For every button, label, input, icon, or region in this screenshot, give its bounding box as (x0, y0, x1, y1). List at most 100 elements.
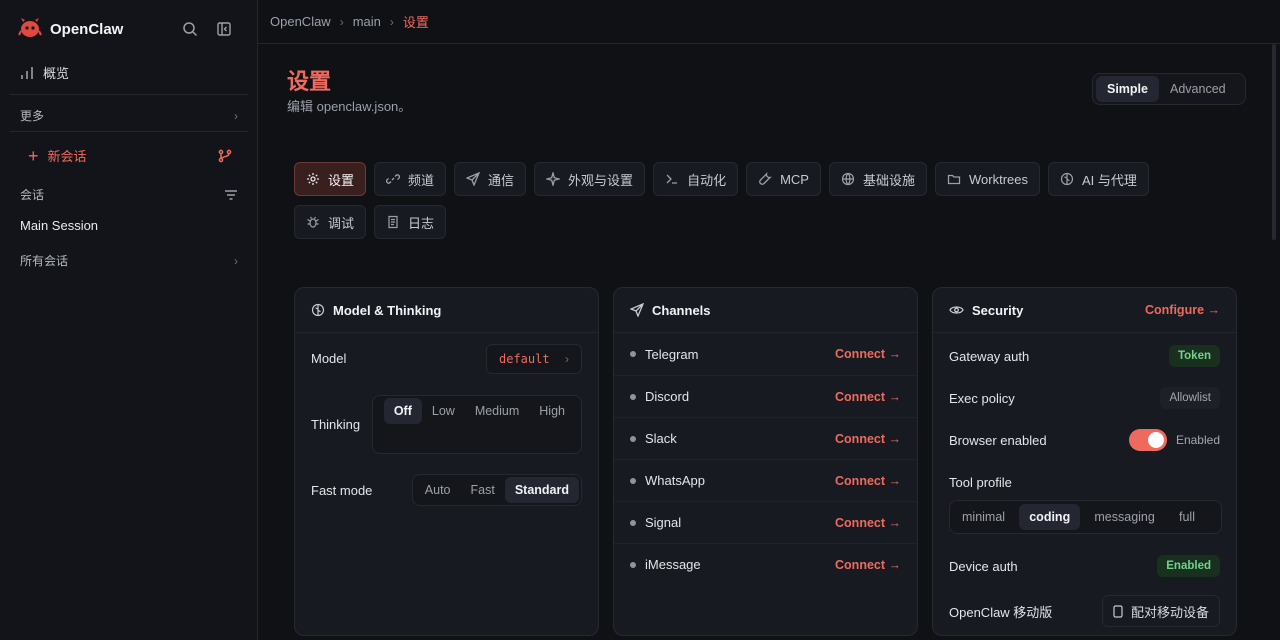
channel-name: iMessage (645, 557, 701, 572)
tool-profile-option-coding[interactable]: coding (1019, 504, 1081, 530)
sessions-header: 会话 (20, 186, 238, 203)
connect-signal-button[interactable]: Connect → (835, 516, 901, 530)
status-dot (630, 519, 636, 526)
channel-row-slack: Slack Connect → (614, 417, 917, 459)
channel-name: WhatsApp (645, 473, 705, 488)
card-header: Channels (614, 288, 917, 333)
connect-discord-button[interactable]: Connect → (835, 390, 901, 404)
connect-slack-button[interactable]: Connect → (835, 432, 901, 446)
chevron-right-icon: › (389, 14, 394, 29)
model-select[interactable]: default › (486, 343, 582, 374)
sidebar-more[interactable]: 更多 › (20, 107, 238, 124)
tab-channels[interactable]: 频道 (374, 162, 447, 196)
globe-icon (841, 172, 855, 186)
new-session-button[interactable]: + 新会话 (28, 146, 232, 165)
tab-communication[interactable]: 通信 (454, 162, 527, 196)
tab-ai-agents[interactable]: AI 与代理 (1047, 162, 1149, 196)
bug-icon (307, 216, 319, 228)
tab-debug[interactable]: 调试 (294, 205, 367, 239)
tool-profile-option-messaging[interactable]: messaging (1084, 504, 1164, 530)
device-auth-label: Device auth (949, 558, 1018, 574)
tab-infrastructure[interactable]: 基础设施 (828, 162, 927, 196)
tab-label: 基础设施 (862, 172, 915, 188)
fast-mode-row: Fast mode Auto Fast Standard (295, 474, 598, 506)
search-button[interactable] (180, 19, 200, 39)
phone-icon (1113, 604, 1123, 618)
tool-profile-label: Tool profile (949, 474, 1012, 490)
status-badge: Token (1168, 345, 1220, 367)
tab-automation[interactable]: 自动化 (653, 162, 739, 196)
tab-label: MCP (780, 171, 809, 187)
sidebar-item-overview[interactable]: 概览 (20, 63, 69, 82)
toggle-knob (1147, 432, 1164, 448)
sidebar-item-label: 概览 (43, 66, 70, 81)
tool-profile-option-full[interactable]: full (1169, 504, 1219, 530)
settings-tabs: 设置 频道 通信 外观与设置 自动化 MCP 基础设施 Worktrees AI… (294, 162, 1224, 239)
status-badge: Enabled (1157, 555, 1220, 577)
status-dot (630, 477, 636, 484)
tab-label: 外观与设置 (568, 172, 634, 188)
device-auth-row: Device auth Enabled (933, 545, 1236, 587)
status-dot (630, 351, 636, 357)
breadcrumb-item-agent[interactable]: main (353, 14, 381, 29)
sparkle-icon (546, 172, 561, 186)
page-subtitle: 编辑 openclaw.json。 (287, 99, 412, 114)
breadcrumb-item-current: 设置 (402, 15, 429, 30)
brand[interactable]: OpenClaw (18, 16, 123, 43)
tab-settings[interactable]: 设置 (294, 162, 367, 196)
folder-icon (947, 174, 961, 185)
card-title: Model & Thinking (333, 302, 442, 318)
browser-enabled-row: Browser enabled Enabled (933, 419, 1236, 461)
channel-row-whatsapp: WhatsApp Connect → (614, 459, 917, 501)
status-dot (630, 561, 636, 568)
fast-option-auto[interactable]: Auto (415, 477, 461, 503)
channel-row-discord: Discord Connect → (614, 375, 917, 417)
link-icon (386, 174, 401, 184)
tool-profile-option-minimal[interactable]: minimal (952, 504, 1015, 530)
thinking-option-medium[interactable]: Medium (465, 398, 529, 424)
connect-telegram-button[interactable]: Connect → (835, 347, 901, 361)
pair-mobile-button[interactable]: 配对移动设备 (1101, 595, 1220, 627)
tab-worktrees[interactable]: Worktrees (934, 162, 1040, 196)
channel-row-telegram: Telegram Connect → (614, 333, 917, 375)
exec-policy-label: Exec policy (949, 390, 1015, 406)
gear-icon (307, 173, 319, 185)
channel-name: Discord (645, 389, 690, 404)
sessions-label: 会话 (20, 188, 45, 202)
all-sessions-link[interactable]: 所有会话 › (20, 252, 238, 269)
page-title: 设置 (287, 69, 332, 94)
tab-label: 频道 (408, 172, 435, 188)
model-row: Model default › (295, 342, 598, 375)
channel-name: Slack (645, 431, 677, 446)
divider (10, 94, 248, 95)
connect-whatsapp-button[interactable]: Connect → (835, 474, 901, 488)
fast-option-fast[interactable]: Fast (461, 477, 505, 503)
chevron-right-icon: › (339, 14, 344, 29)
thinking-option-low[interactable]: Low (422, 398, 465, 424)
mode-simple-button[interactable]: Simple (1096, 76, 1159, 102)
openclaw-logo-icon (18, 16, 42, 43)
mobile-row: OpenClaw 移动版 配对移动设备 (933, 594, 1236, 628)
configure-security-button[interactable]: Configure → (1145, 303, 1220, 317)
wrench-icon (759, 172, 773, 185)
fast-option-standard[interactable]: Standard (504, 477, 579, 503)
security-card: Security Configure → Gateway auth Token … (932, 287, 1237, 636)
branch-icon[interactable] (218, 149, 232, 163)
browser-toggle[interactable] (1128, 429, 1167, 451)
scrollbar[interactable] (1272, 44, 1276, 240)
tab-appearance[interactable]: 外观与设置 (534, 162, 646, 196)
session-item-main[interactable]: Main Session (20, 218, 98, 233)
thinking-option-high[interactable]: High (529, 398, 575, 424)
card-title: Channels (652, 302, 711, 318)
breadcrumb-item-root[interactable]: OpenClaw (270, 14, 331, 29)
connect-imessage-button[interactable]: Connect → (835, 558, 901, 572)
thinking-option-off[interactable]: Off (383, 397, 422, 424)
tab-mcp[interactable]: MCP (746, 162, 821, 196)
filter-icon[interactable] (224, 189, 238, 201)
collapse-sidebar-button[interactable] (214, 19, 234, 39)
mode-advanced-button[interactable]: Advanced (1159, 76, 1237, 102)
chevron-right-icon: › (234, 253, 238, 268)
tab-logs[interactable]: 日志 (374, 205, 447, 239)
terminal-icon (666, 174, 678, 184)
pair-mobile-label: 配对移动设备 (1130, 604, 1209, 620)
